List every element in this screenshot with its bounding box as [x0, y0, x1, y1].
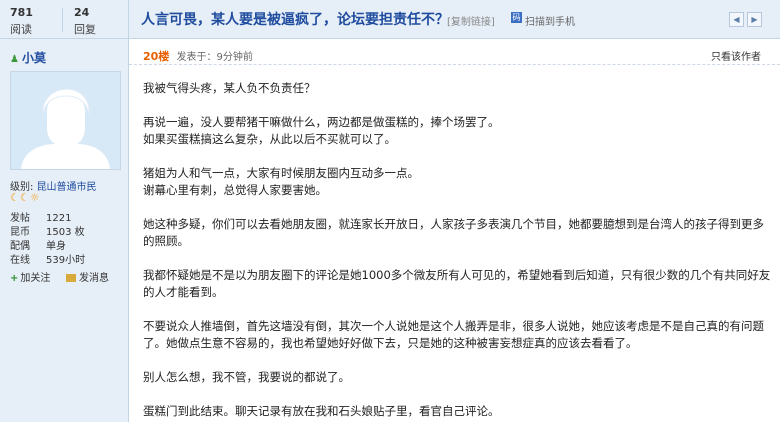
envelope-icon	[66, 274, 76, 282]
prev-thread-icon[interactable]: ◀	[729, 12, 744, 27]
add-follow-label[interactable]: 加关注	[20, 273, 50, 284]
copy-link-button[interactable]: [复制链接]	[447, 13, 495, 28]
qr-code-icon[interactable]: 码	[511, 12, 522, 23]
avatar[interactable]	[10, 71, 121, 170]
post-time: 发表于：9分钟前	[176, 52, 253, 63]
thread-title: 人言可畏，某人要是被逼疯了，论坛要担责任不？	[141, 12, 449, 28]
author-name-text[interactable]: 小莫	[22, 51, 46, 65]
replies-count: 24	[74, 6, 90, 19]
replies-label: 回复	[74, 23, 96, 36]
thread-stats: 781 阅读 24 回复	[0, 0, 129, 39]
views-label: 阅读	[10, 23, 32, 36]
stat-key: 配偶	[10, 241, 30, 252]
stats-divider	[62, 8, 63, 32]
next-thread-icon[interactable]: ▶	[747, 12, 762, 27]
floor-number[interactable]: 20楼	[143, 50, 169, 63]
level-value[interactable]: 昆山普通市民	[37, 182, 97, 193]
post-paragraph: 如果买蛋糕搞这么复杂，从此以后不买就可以了。	[143, 132, 396, 146]
author-name[interactable]: ♟ 小莫	[10, 49, 46, 66]
post-paragraph: 别人怎么想，我不管，我要说的都说了。	[143, 370, 350, 384]
views-stat: 781 阅读	[10, 6, 60, 37]
views-count: 781	[10, 6, 33, 19]
stat-row-spouse: 配偶 单身	[10, 237, 66, 252]
post-paragraph: 再说一遍，没人要帮猪干嘛做什么，两边都是做蛋糕的，捧个场罢了。	[143, 115, 500, 129]
add-follow-button[interactable]: + 加关注	[10, 269, 50, 284]
stat-row-coins: 昆币 1503 枚	[10, 223, 85, 238]
replies-stat: 24 回复	[74, 6, 124, 37]
stat-key: 在线	[10, 255, 30, 266]
only-author-link[interactable]: 只看该作者	[711, 48, 761, 63]
stat-row-posts: 发帖 1221	[10, 209, 71, 224]
post-paragraph: 猪姐为人和气一点，大家有时候朋友圈内互动多一点。	[143, 166, 419, 180]
author-sidebar: ♟ 小莫 级别: 昆山普通市民 ☾☾☼ 发帖 1221 昆币 1503 枚 配偶 单身 …	[0, 39, 129, 422]
post-content: 我被气得头疼，某人负不负责任？ 再说一遍，没人要帮猪干嘛做什么，两边都是做蛋糕的…	[143, 80, 773, 420]
send-message-button[interactable]: 发消息	[66, 269, 109, 284]
thread-title-bar: 人言可畏，某人要是被逼疯了，论坛要担责任不？ [复制链接] 码 扫描到手机 ◀ …	[129, 0, 780, 39]
stat-key: 发帖	[10, 213, 30, 224]
stat-row-online: 在线 539小时	[10, 251, 85, 266]
online-user-icon: ♟	[10, 54, 19, 65]
post-paragraph: 她这种多疑，你们可以去看她朋友圈，就连家长开放日，人家孩子多表演几个节目，她都要…	[143, 217, 764, 248]
post-paragraph: 谢幕心里有刺，总觉得人家要害她。	[143, 183, 327, 197]
default-avatar-icon	[11, 72, 120, 169]
post-paragraph: 蛋糕门到此结束。聊天记录有放在我和石头娘贴子里，看官自己评论。	[143, 404, 500, 418]
post-paragraph: 我被气得头疼，某人负不负责任？	[143, 81, 316, 95]
post-header-divider	[129, 64, 780, 65]
plus-icon: +	[10, 273, 19, 284]
stat-value: 539小时	[46, 255, 86, 266]
scan-to-phone-link[interactable]: 扫描到手机	[525, 13, 575, 28]
stat-key: 昆币	[10, 227, 30, 238]
rank-moon-icons: ☾☾☼	[10, 191, 40, 204]
thread-page: 781 阅读 24 回复 人言可畏，某人要是被逼疯了，论坛要担责任不？ [复制链…	[0, 0, 780, 422]
post-paragraph: 我都怀疑她是不是以为朋友圈下的评论是她1000多个微友所有人可见的，希望她看到后…	[143, 268, 771, 299]
send-message-label[interactable]: 发消息	[79, 273, 109, 284]
post-meta: 20楼 发表于：9分钟前	[143, 48, 253, 64]
post-paragraph: 不要说众人推墙倒，首先这墙没有倒，其次一个人说她是这个人搬弄是非，很多人说她，她…	[143, 319, 764, 350]
